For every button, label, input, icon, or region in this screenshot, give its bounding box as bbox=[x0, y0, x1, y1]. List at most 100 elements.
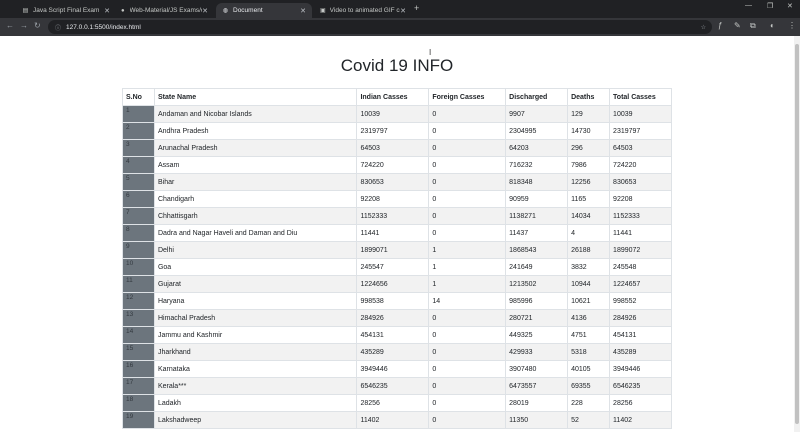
foreign-cases-cell: 14 bbox=[428, 292, 507, 310]
tab-video-to-gif[interactable]: ▣ Video to animated GIF convert... ✕ bbox=[314, 3, 412, 18]
deaths-cell: 5318 bbox=[567, 343, 611, 361]
close-icon[interactable]: ✕ bbox=[104, 7, 110, 15]
deaths-cell: 10944 bbox=[567, 275, 611, 293]
discharged-cell: 985996 bbox=[505, 292, 569, 310]
maximize-icon[interactable]: ❐ bbox=[767, 2, 773, 10]
foreign-cases-cell: 1 bbox=[428, 275, 507, 293]
table-header-row: S.No State Name Indian Casses Foreign Ca… bbox=[122, 88, 672, 106]
deaths-cell: 26188 bbox=[567, 241, 611, 259]
reload-icon[interactable]: ↻ bbox=[34, 21, 41, 30]
tab-java-script-final-exam[interactable]: ▤ Java Script Final Exam ✕ bbox=[16, 3, 116, 18]
covid-table: S.No State Name Indian Casses Foreign Ca… bbox=[122, 88, 672, 429]
total-cases-cell: 724220 bbox=[609, 156, 672, 174]
minimize-icon[interactable]: — bbox=[745, 2, 752, 9]
discharged-cell: 280721 bbox=[505, 309, 569, 327]
deaths-cell: 14034 bbox=[567, 207, 611, 225]
indian-cases-cell: 6546235 bbox=[356, 377, 430, 395]
deaths-cell: 4751 bbox=[567, 326, 611, 344]
table-row: 5 Bihar 830653 0 818348 12256 830653 bbox=[122, 173, 672, 191]
close-window-icon[interactable]: ✕ bbox=[787, 2, 793, 10]
tab-label: Document bbox=[233, 7, 263, 14]
state-name-cell: Karnataka bbox=[153, 360, 358, 378]
table-row: 7 Chhattisgarh 1152333 0 1138271 14034 1152333 bbox=[122, 207, 672, 225]
globe-icon: ◍ bbox=[222, 8, 229, 14]
discharged-cell: 9907 bbox=[505, 105, 569, 123]
serial-number-cell: 1 bbox=[122, 105, 155, 123]
indian-cases-cell: 11441 bbox=[356, 224, 430, 242]
table-row: 17 Kerala*** 6546235 0 6473557 69355 6546235 bbox=[122, 377, 672, 395]
scrollbar[interactable] bbox=[794, 36, 800, 432]
total-cases-cell: 6546235 bbox=[609, 377, 672, 395]
table-row: 3 Arunachal Pradesh 64503 0 64203 296 64503 bbox=[122, 139, 672, 157]
site-info-icon[interactable]: ⓘ bbox=[55, 23, 61, 32]
foreign-cases-cell: 1 bbox=[428, 241, 507, 259]
deaths-cell: 228 bbox=[567, 394, 611, 412]
discharged-cell: 1213502 bbox=[505, 275, 569, 293]
discharged-cell: 716232 bbox=[505, 156, 569, 174]
forward-icon[interactable]: → bbox=[20, 21, 28, 30]
total-cases-cell: 1152333 bbox=[609, 207, 672, 225]
close-icon[interactable]: ✕ bbox=[400, 7, 406, 15]
tab-document[interactable]: ◍ Document ✕ bbox=[216, 3, 312, 18]
table-row: 6 Chandigarh 92208 0 90959 1165 92208 bbox=[122, 190, 672, 208]
state-name-cell: Jharkhand bbox=[153, 343, 358, 361]
extensions-icon[interactable]: ⧉ bbox=[750, 21, 756, 31]
github-icon: ● bbox=[120, 7, 125, 14]
indian-cases-cell: 998538 bbox=[356, 292, 430, 310]
close-icon[interactable]: ✕ bbox=[300, 7, 306, 15]
table-row: 10 Goa 245547 1 241649 3832 245548 bbox=[122, 258, 672, 276]
close-icon[interactable]: ✕ bbox=[202, 7, 208, 15]
table-row: 13 Himachal Pradesh 284926 0 280721 4136 28492… bbox=[122, 309, 672, 327]
profile-icon[interactable]: ◐ bbox=[770, 21, 775, 30]
tab-label: Java Script Final Exam bbox=[33, 7, 100, 14]
new-tab-icon[interactable]: + bbox=[414, 3, 419, 13]
indian-cases-cell: 2319797 bbox=[356, 122, 430, 140]
total-cases-cell: 92208 bbox=[609, 190, 672, 208]
doc-icon: ▤ bbox=[22, 8, 29, 14]
state-name-cell: Jammu and Kashmir bbox=[153, 326, 358, 344]
serial-number-cell: 17 bbox=[122, 377, 155, 395]
indian-cases-cell: 1224656 bbox=[356, 275, 430, 293]
back-icon[interactable]: ← bbox=[6, 21, 14, 30]
indian-cases-cell: 830653 bbox=[356, 173, 430, 191]
serial-number-cell: 6 bbox=[122, 190, 155, 208]
foreign-cases-cell: 0 bbox=[428, 122, 507, 140]
state-name-cell: Ladakh bbox=[153, 394, 358, 412]
total-cases-cell: 435289 bbox=[609, 343, 672, 361]
font-icon[interactable]: ƒ bbox=[718, 21, 722, 30]
discharged-cell: 90959 bbox=[505, 190, 569, 208]
table-row: 14 Jammu and Kashmir 454131 0 449325 4751 4541… bbox=[122, 326, 672, 344]
indian-cases-cell: 92208 bbox=[356, 190, 430, 208]
pen-icon[interactable]: ✎ bbox=[734, 21, 741, 30]
bookmark-star-icon[interactable]: ☆ bbox=[701, 24, 706, 31]
state-name-cell: Goa bbox=[153, 258, 358, 276]
menu-icon[interactable]: ⋮ bbox=[788, 21, 796, 30]
total-cases-cell: 1899072 bbox=[609, 241, 672, 259]
table-row: 16 Karnataka 3949446 0 3907480 40105 3949446 bbox=[122, 360, 672, 378]
browser-toolbar: ← → ↻ ⓘ 127.0.0.1:5500/index.html ☆ ƒ ✎ … bbox=[0, 18, 800, 36]
deaths-cell: 69355 bbox=[567, 377, 611, 395]
foreign-cases-cell: 0 bbox=[428, 360, 507, 378]
discharged-cell: 429933 bbox=[505, 343, 569, 361]
serial-number-cell: 8 bbox=[122, 224, 155, 242]
indian-cases-cell: 245547 bbox=[356, 258, 430, 276]
deaths-cell: 129 bbox=[567, 105, 611, 123]
discharged-cell: 6473557 bbox=[505, 377, 569, 395]
column-header: Deaths bbox=[567, 88, 611, 106]
state-name-cell: Bihar bbox=[153, 173, 358, 191]
deaths-cell: 52 bbox=[567, 411, 611, 429]
tab-web-material[interactable]: ● Web-Material/JS Exams/covid... ✕ bbox=[114, 3, 214, 18]
column-header: Total Casses bbox=[609, 88, 672, 106]
state-name-cell: Delhi bbox=[153, 241, 358, 259]
serial-number-cell: 12 bbox=[122, 292, 155, 310]
discharged-cell: 818348 bbox=[505, 173, 569, 191]
state-name-cell: Lakshadweep bbox=[153, 411, 358, 429]
url-text[interactable]: 127.0.0.1:5500/index.html bbox=[66, 24, 141, 31]
scrollbar-thumb[interactable] bbox=[795, 44, 799, 424]
foreign-cases-cell: 0 bbox=[428, 326, 507, 344]
foreign-cases-cell: 0 bbox=[428, 207, 507, 225]
tab-label: Video to animated GIF convert... bbox=[329, 7, 400, 14]
deaths-cell: 7986 bbox=[567, 156, 611, 174]
discharged-cell: 1868543 bbox=[505, 241, 569, 259]
address-bar[interactable]: ⓘ 127.0.0.1:5500/index.html ☆ bbox=[48, 20, 712, 34]
